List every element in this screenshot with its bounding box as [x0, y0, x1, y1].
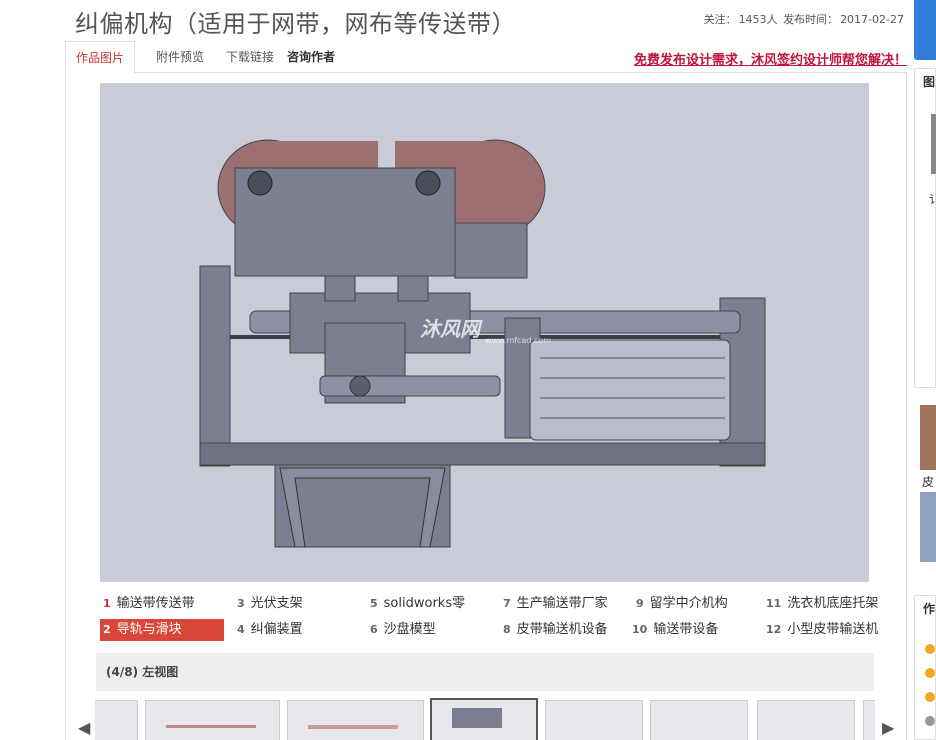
thumbnail-strip	[95, 697, 875, 740]
thumbnail[interactable]	[287, 700, 424, 740]
related-item[interactable]: 7 生产输送带厂家	[503, 593, 608, 615]
image-viewer[interactable]: 沐风网 www.mfcad.com	[100, 83, 869, 582]
tab-attachment-preview[interactable]: 附件预览	[156, 41, 204, 73]
prev-arrow-icon[interactable]: ◀	[78, 718, 90, 737]
related-item[interactable]: 5 solidworks零	[370, 593, 465, 615]
sidebar-box: 作	[914, 595, 936, 740]
sidebar-box-title: 图	[923, 75, 936, 89]
thumbnail[interactable]	[757, 700, 855, 740]
thumbnail[interactable]	[95, 700, 138, 740]
related-item[interactable]: 9 留学中介机构	[636, 593, 728, 615]
related-item[interactable]: 11 洗衣机底座托架	[766, 593, 878, 615]
thumb-shape	[166, 725, 256, 728]
thumbnail[interactable]	[545, 700, 643, 740]
thumbnail[interactable]	[430, 698, 538, 740]
tab-bar: 作品图片 附件预览 下载链接 咨询作者 免费发布设计需求，沐风签约设计师帮您解决…	[65, 41, 907, 74]
related-item[interactable]: 2 导轨与滑块	[100, 619, 224, 641]
related-item[interactable]: 10 输送带设备	[632, 619, 718, 641]
tab-consult-author[interactable]: 咨询作者	[287, 41, 335, 73]
related-item[interactable]: 12 小型皮带输送机	[766, 619, 878, 641]
sidebar-thumb[interactable]	[931, 114, 936, 174]
related-item[interactable]: 3 光伏支架	[237, 593, 303, 615]
sidebar-product-label: 皮	[922, 475, 935, 489]
thumbnail[interactable]	[650, 700, 748, 740]
next-arrow-icon[interactable]: ▶	[882, 718, 894, 737]
sidebar-blue-button[interactable]	[914, 0, 936, 60]
list-bullet-icon	[925, 668, 935, 678]
list-bullet-icon	[925, 716, 935, 726]
follow-count: 1453人	[738, 13, 778, 26]
watermark-url: www.mfcad.com	[485, 336, 552, 345]
sidebar-product-image[interactable]	[920, 405, 936, 470]
cad-model-image	[199, 139, 766, 548]
thumb-shape	[308, 725, 398, 729]
related-item[interactable]: 4 纠偏装置	[237, 619, 303, 641]
tab-download-links[interactable]: 下载链接	[226, 41, 274, 73]
list-bullet-icon	[925, 692, 935, 702]
thumbnail[interactable]	[863, 700, 875, 740]
sidebar-product-image[interactable]	[920, 492, 936, 562]
sidebar-box: 图 讠	[914, 68, 936, 388]
related-item[interactable]: 1 输送带传送带	[103, 593, 195, 615]
sidebar-box-title: 作	[923, 602, 936, 616]
list-bullet-icon	[925, 644, 935, 654]
follow-label: 关注：	[703, 13, 737, 26]
meta-info: 关注： 1453人 发布时间： 2017-02-27	[702, 11, 904, 27]
page-title: 纠偏机构（适用于网带，网布等传送带）	[75, 10, 516, 38]
sidebar-text: 讠	[929, 193, 936, 206]
publish-date: 2017-02-27	[840, 13, 904, 26]
thumb-shape	[452, 708, 502, 728]
tab-images[interactable]: 作品图片	[65, 41, 136, 74]
related-item[interactable]: 6 沙盘模型	[370, 619, 436, 641]
image-caption: (4/8) 左视图	[96, 653, 874, 691]
related-item[interactable]: 8 皮带输送机设备	[503, 619, 608, 641]
date-label: 发布时间：	[783, 13, 839, 26]
right-sidebar: 图 讠 皮 作	[914, 0, 936, 740]
promo-link[interactable]: 免费发布设计需求，沐风签约设计师帮您解决！	[634, 49, 907, 68]
watermark-logo: 沐风网	[420, 317, 480, 341]
thumbnail[interactable]	[145, 700, 280, 740]
